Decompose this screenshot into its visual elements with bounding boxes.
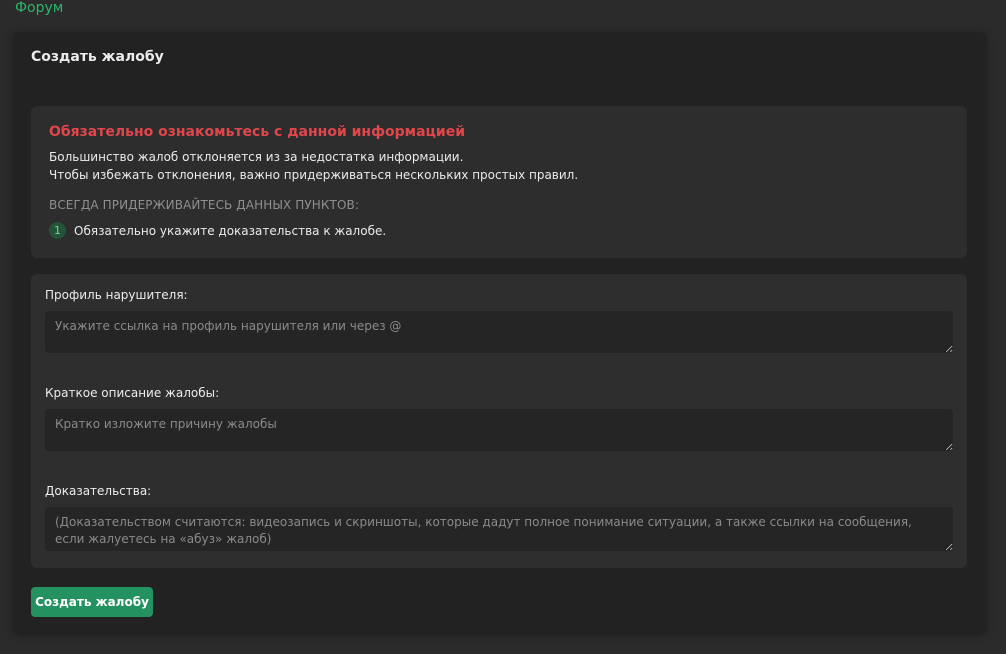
page-title: Создать жалобу [31,49,164,65]
info-heading: Обязательно ознакомьтесь с данной информ… [49,124,466,140]
create-complaint-button[interactable]: Создать жалобу [31,587,153,617]
field-label: Краткое описание жалобы: [45,386,220,400]
evidence-input[interactable] [45,507,953,551]
info-line: Чтобы избежать отклонения, важно придерж… [49,168,579,182]
info-notice: Обязательно ознакомьтесь с данной информ… [31,106,967,258]
complaint-form: Профиль нарушителя: Краткое описание жал… [31,274,967,568]
info-subheading: ВСЕГДА ПРИДЕРЖИВАЙТЕСЬ ДАННЫХ ПУНКТОВ: [49,198,359,212]
field-label: Доказательства: [45,484,152,498]
field-label: Профиль нарушителя: [45,288,188,302]
field-violator-profile: Профиль нарушителя: [31,274,967,372]
breadcrumb-forum-link[interactable]: Форум [15,0,63,16]
violator-profile-input[interactable] [45,311,953,353]
field-evidence: Доказательства: [31,470,967,568]
field-short-description: Краткое описание жалобы: [31,372,967,470]
create-complaint-panel: Создать жалобу Обязательно ознакомьтесь … [13,32,986,633]
rule-item: 1 Обязательно укажите доказательства к ж… [49,222,949,239]
info-line: Большинство жалоб отклоняется из за недо… [49,150,464,164]
rule-text: Обязательно укажите доказательства к жал… [74,223,387,238]
short-description-input[interactable] [45,409,953,451]
rule-number-badge: 1 [49,222,66,239]
